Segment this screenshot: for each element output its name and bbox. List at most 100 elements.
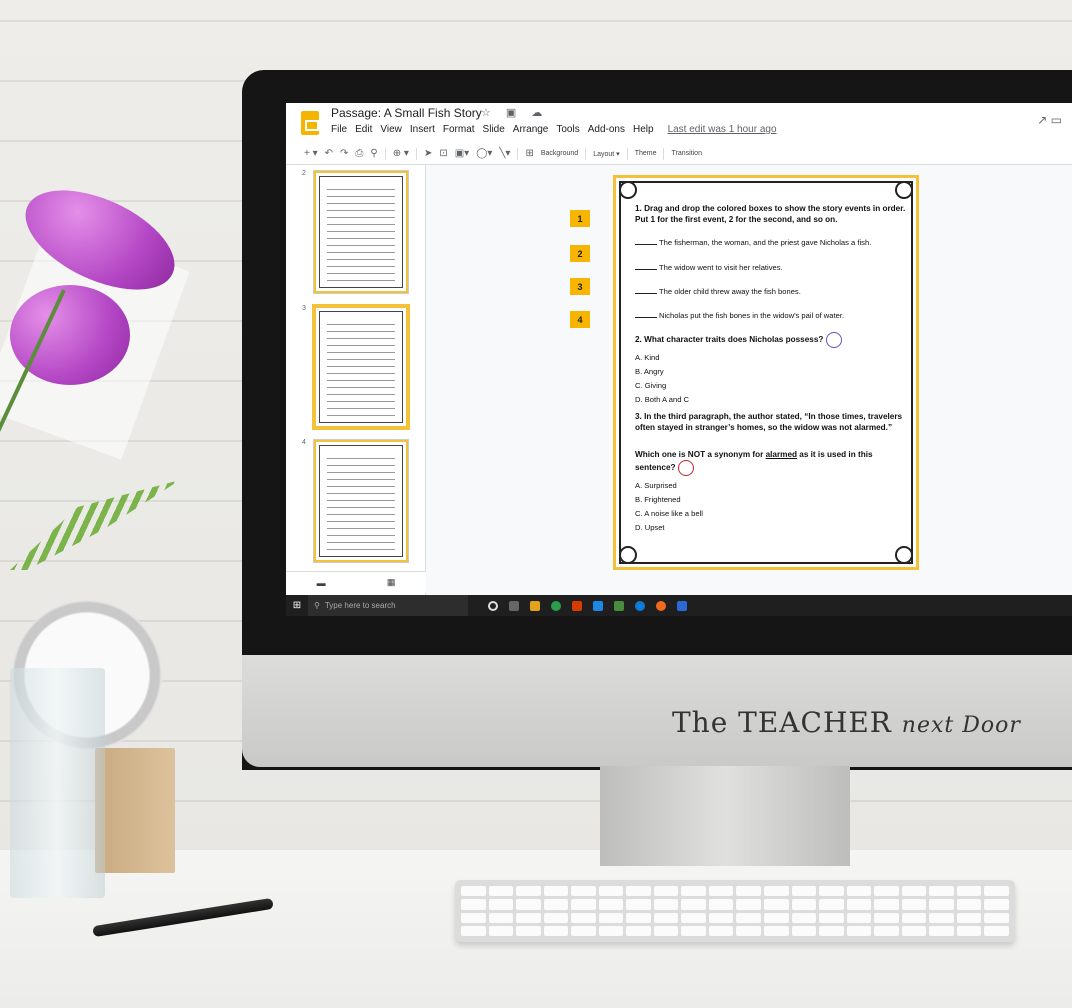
transition-button[interactable]: Transition <box>671 150 701 157</box>
thumbnail-text-line <box>327 238 395 239</box>
task-view-icon[interactable] <box>509 600 519 611</box>
keyboard-key <box>598 925 624 936</box>
q3-option: D. Upset <box>635 523 665 532</box>
keyboard-key <box>708 925 734 936</box>
corner-swirl-icon <box>619 181 637 199</box>
redo-icon[interactable]: ↷ <box>340 148 348 159</box>
menu-view[interactable]: View <box>380 124 402 135</box>
event-text: The widow went to visit her relatives. <box>659 263 783 272</box>
keyboard-key <box>488 925 514 936</box>
keyboard-key <box>736 925 762 936</box>
keyboard-key <box>764 912 789 923</box>
slide-thumbnail-4[interactable] <box>314 440 408 562</box>
keyboard-key <box>626 925 651 936</box>
document-title[interactable]: Passage: A Small Fish Story <box>331 106 482 120</box>
drag-box-2[interactable]: 2 <box>570 245 590 262</box>
answer-blank <box>635 293 657 294</box>
q3-option: A. Surprised <box>635 481 677 490</box>
menu-addons[interactable]: Add-ons <box>588 124 625 135</box>
thumbnail-text-line <box>327 196 395 197</box>
undo-icon[interactable]: ↶ <box>325 148 333 159</box>
red-circle-marker[interactable] <box>677 460 694 477</box>
keyboard-key <box>984 925 1009 936</box>
keyboard-key <box>543 912 569 923</box>
menu-tools[interactable]: Tools <box>556 124 579 135</box>
slide-number: 3 <box>302 305 306 312</box>
thumbnail-text-line <box>327 259 395 260</box>
print-icon[interactable]: ⎙ <box>355 148 363 159</box>
office-icon[interactable] <box>572 600 582 611</box>
line-icon[interactable]: ╲▾ <box>499 148 510 159</box>
layout-button[interactable]: Layout ▾ <box>593 150 619 158</box>
keyboard-key <box>901 925 927 936</box>
last-edit-link[interactable]: Last edit was 1 hour ago <box>668 124 777 135</box>
thumbnail-text-line <box>327 472 395 473</box>
theme-button[interactable]: Theme <box>635 150 657 157</box>
star-folder-cloud-icons[interactable]: ☆ ▣ ☁ <box>481 106 548 119</box>
grid-view-icon[interactable]: ▦ <box>387 577 396 588</box>
divider <box>517 147 519 160</box>
edge-icon[interactable] <box>635 600 645 611</box>
menu-format[interactable]: Format <box>443 124 475 135</box>
search-placeholder: Type here to search <box>324 601 396 610</box>
thumbnail-text-line <box>327 338 395 339</box>
keyboard-key <box>516 912 541 923</box>
app-icon[interactable] <box>614 600 624 611</box>
app-icon[interactable] <box>593 600 603 611</box>
keyboard-key <box>543 886 569 897</box>
menu-arrange[interactable]: Arrange <box>513 124 549 135</box>
filmstrip-view-icon[interactable]: ▬ <box>317 578 326 588</box>
menu-help[interactable]: Help <box>633 124 654 135</box>
slides-logo-icon[interactable] <box>301 111 319 135</box>
slide-thumbnail-2[interactable] <box>314 171 408 293</box>
thumbnail-text-line <box>327 359 395 360</box>
chrome-icon[interactable] <box>551 600 561 611</box>
q3-sub-text: Which one is <box>635 450 688 459</box>
drag-box-1[interactable]: 1 <box>570 210 590 227</box>
slide-thumbnail-3[interactable] <box>314 306 408 428</box>
question-3-prompt: 3. In the third paragraph, the author st… <box>635 412 903 433</box>
cortana-icon[interactable] <box>488 600 498 611</box>
windows-start-icon[interactable]: ⊞ <box>286 595 308 616</box>
thumbnail-text-line <box>327 521 395 522</box>
thumbnail-text-line <box>327 408 395 409</box>
image-icon[interactable]: ▣▾ <box>455 148 469 159</box>
new-slide-icon[interactable]: + ▾ <box>304 148 318 159</box>
q2-option: D. Both A and C <box>635 395 690 404</box>
keyboard-key <box>653 925 679 936</box>
menu-slide[interactable]: Slide <box>483 124 505 135</box>
thumbnail-text-line <box>327 380 395 381</box>
firefox-icon[interactable] <box>656 600 666 611</box>
keyboard-key <box>791 912 817 923</box>
thumbnail-text-line <box>327 373 395 374</box>
menu-edit[interactable]: Edit <box>355 124 372 135</box>
menu-file[interactable]: File <box>331 124 347 135</box>
thumbnail-frame <box>319 176 403 288</box>
background-button[interactable]: Background <box>541 150 578 157</box>
menu-insert[interactable]: Insert <box>410 124 435 135</box>
keyboard-key <box>846 925 872 936</box>
keyboard-key <box>874 925 899 936</box>
keyboard-key <box>846 899 872 910</box>
textbox-icon[interactable]: ⊡ <box>439 148 447 159</box>
mail-icon[interactable] <box>677 600 687 611</box>
taskbar-search[interactable]: ⚲ Type here to search <box>308 595 468 616</box>
answer-blank <box>635 244 657 245</box>
keyboard-key <box>488 912 514 923</box>
shape-icon[interactable]: ◯▾ <box>476 148 492 159</box>
keyboard-key <box>901 912 927 923</box>
keyboard-key <box>956 886 982 897</box>
keyboard-key <box>681 899 706 910</box>
activity-icon[interactable]: ↗ ▭ <box>1037 113 1062 127</box>
select-icon[interactable]: ➤ <box>424 148 432 159</box>
file-explorer-icon[interactable] <box>530 600 540 611</box>
paint-format-icon[interactable]: ⚲ <box>370 148 377 159</box>
drag-box-3[interactable]: 3 <box>570 278 590 295</box>
thumbnail-text-line <box>327 542 395 543</box>
current-slide[interactable]: 1. Drag and drop the colored boxes to sh… <box>613 175 919 570</box>
drag-box-4[interactable]: 4 <box>570 311 590 328</box>
zoom-icon[interactable]: ⊕ ▾ <box>393 148 409 159</box>
monitor-stand <box>600 766 850 866</box>
comment-icon[interactable]: ⊞ <box>525 148 533 159</box>
purple-circle-marker[interactable] <box>825 332 842 348</box>
